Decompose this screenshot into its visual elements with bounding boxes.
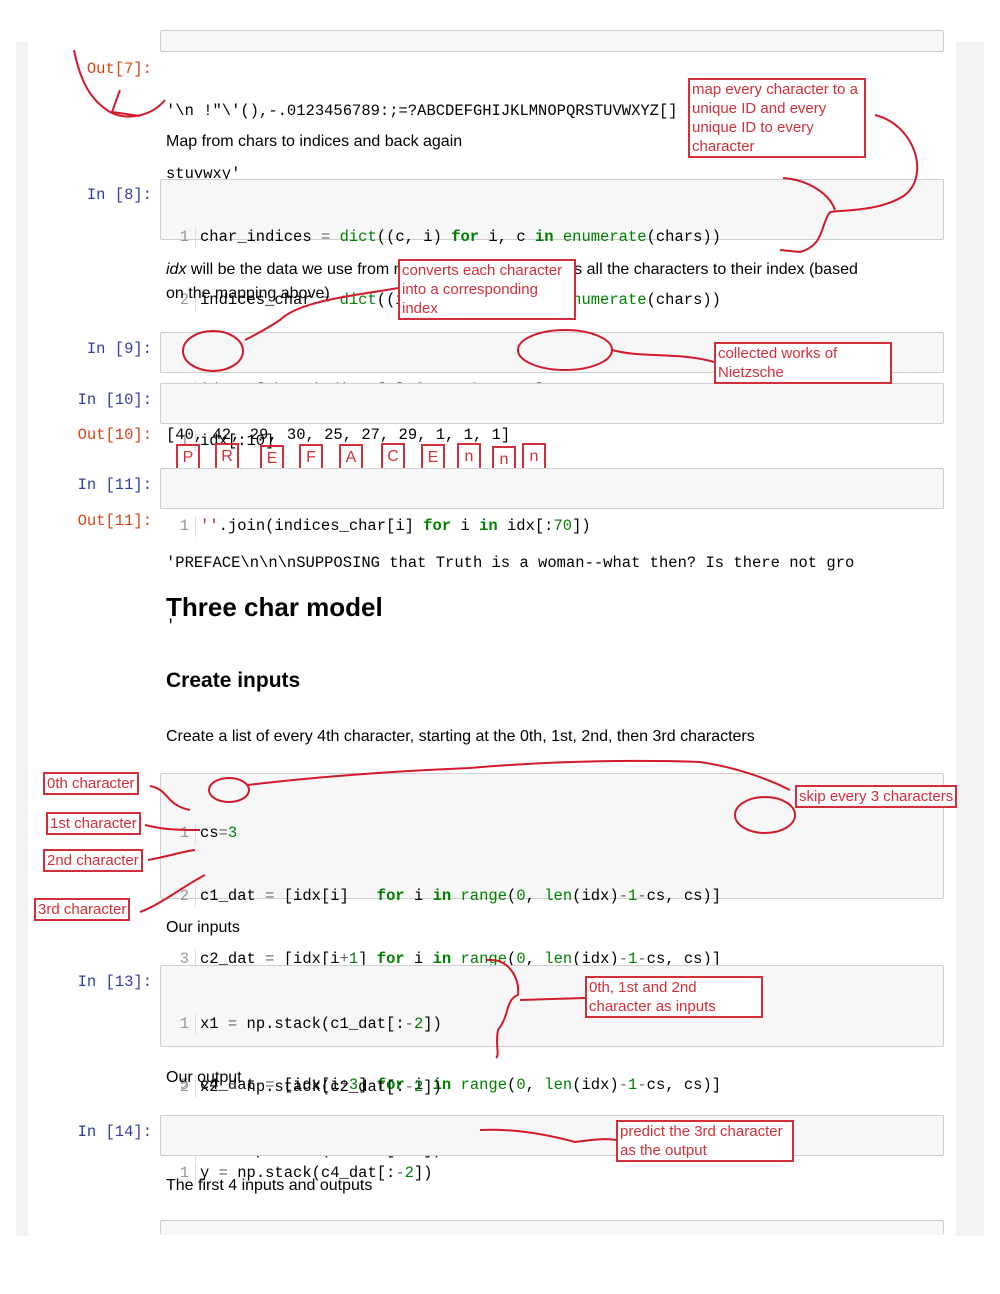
markdown-first-4: The first 4 inputs and outputs — [166, 1177, 373, 1194]
in11-prompt: In [11]: — [77, 476, 152, 494]
code-cell-in10[interactable]: 1 idx[:10] — [160, 383, 944, 452]
idx-emphasis: idx — [166, 261, 187, 278]
code-line: 2 x2 = np.stack(c2_dat[:-2]) — [161, 1077, 943, 1098]
in14-prompt: In [14]: — [77, 1123, 152, 1141]
out7-prompt: Out[7]: — [86, 60, 152, 78]
annotation-predict-output: predict the 3rd character as the output — [616, 1120, 794, 1162]
out11-output: 'PREFACE\n\n\nSUPPOSING that Truth is a … — [166, 511, 854, 658]
idx-text-2: on the mapping above) — [166, 285, 330, 302]
annotation-0th-character: 0th character — [43, 772, 139, 795]
code-cell-partial-bottom[interactable] — [160, 1220, 944, 1235]
heading-create-inputs: Create inputs — [166, 669, 301, 692]
code-line: 1 char_indices = dict((c, i) for i, c in … — [161, 227, 943, 248]
code-cell-in8[interactable]: 1 char_indices = dict((c, i) for i, c in … — [160, 179, 944, 311]
var-char-indices: char_indices — [200, 228, 312, 246]
annotation-skip-every-3: skip every 3 characters — [795, 785, 958, 808]
annotation-2nd-character: 2nd character — [43, 849, 143, 872]
annotation-nietzsche: collected works of Nietzsche — [714, 342, 892, 384]
code-cell-in13[interactable]: 1 x1 = np.stack(c1_dat[:-2]) 2 x2 = np.sta… — [160, 965, 944, 1161]
in13-prompt: In [13]: — [77, 973, 152, 991]
in9-prompt: In [9]: — [86, 340, 152, 358]
code-line: 1 cs=3 — [161, 823, 943, 844]
letter-box: R — [215, 443, 239, 471]
annotation-1st-character: 1st character — [46, 812, 141, 835]
code-line: 2 c1_dat = [idx[i] for i in range(0, len(… — [161, 886, 943, 907]
markdown-map-chars: Map from chars to indices and back again — [166, 133, 463, 150]
out11-prompt: Out[11]: — [77, 512, 152, 530]
in8-prompt: In [8]: — [86, 186, 152, 204]
heading-three-char-model: Three char model — [166, 592, 383, 622]
annotation-converts-each-character: converts each character into a correspon… — [398, 259, 576, 320]
letter-box: C — [381, 443, 405, 471]
letter-box: n — [457, 443, 481, 471]
markdown-our-output: Our output — [166, 1069, 242, 1086]
code-cell-in14[interactable]: 1y = np.stack(c4_dat[:-2]) — [160, 1115, 944, 1184]
markdown-our-inputs: Our inputs — [166, 919, 240, 936]
out11-line1: 'PREFACE\n\n\nSUPPOSING that Truth is a … — [166, 554, 855, 572]
code-cell-in11[interactable]: 1 ''.join(indices_char[i] for i in idx[:7… — [160, 468, 944, 537]
code-cell-partial-top[interactable] — [160, 30, 944, 52]
letter-box: n — [522, 443, 546, 471]
annotation-inputs: 0th, 1st and 2nd character as inputs — [585, 976, 763, 1018]
out10-prompt: Out[10]: — [77, 426, 152, 444]
annotation-3rd-character: 3rd character — [34, 898, 131, 921]
markdown-every-4th: Create a list of every 4th character, st… — [166, 728, 755, 745]
in10-prompt: In [10]: — [77, 391, 152, 409]
code-line: 1 x1 = np.stack(c1_dat[:-2]) — [161, 1014, 943, 1035]
annotation-map-every-character: map every character to a unique ID and e… — [688, 78, 866, 158]
